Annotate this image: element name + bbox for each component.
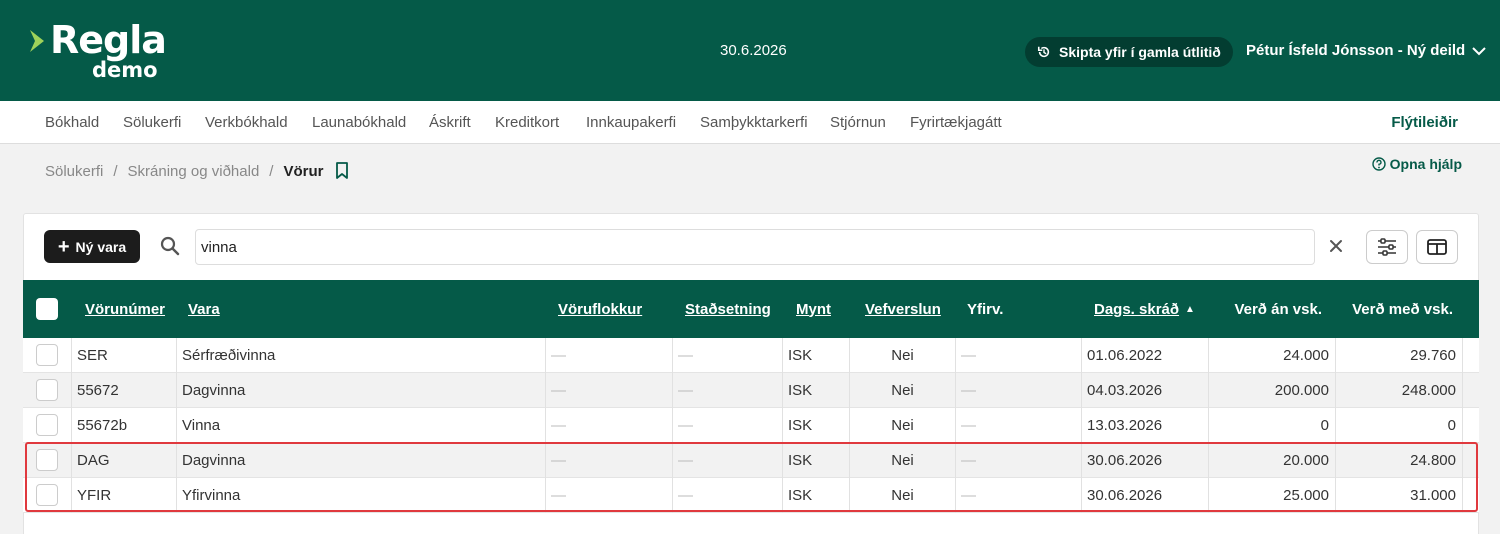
main-nav: Bókhald Sölukerfi Verkbókhald Launabókha… <box>0 101 1500 144</box>
cell-mynt: ISK <box>782 408 849 443</box>
breadcrumb-skraning[interactable]: Skráning og viðhald <box>128 163 260 180</box>
logo-subtext: demo <box>92 58 158 82</box>
col-header-dags-skrad[interactable]: Dags. skráð ▲ <box>1094 280 1195 338</box>
cell-dags: 04.03.2026 <box>1081 373 1208 408</box>
cell-yfirv: — <box>955 338 1081 373</box>
nav-item-innkaupakerfi[interactable]: Innkaupakerfi <box>586 114 676 131</box>
switch-old-layout-button[interactable]: Skipta yfir í gamla útlitið <box>1025 37 1233 67</box>
table-row[interactable]: 55672b Vinna — — ISK Nei — 13.03.2026 0 … <box>23 408 1479 443</box>
nav-item-kreditkort[interactable]: Kreditkort <box>495 114 559 131</box>
nav-item-samthykktarkerfi[interactable]: Samþykktarkerfi <box>700 114 808 131</box>
cell-voruflokkur: — <box>545 338 672 373</box>
nav-item-bokhald[interactable]: Bókhald <box>45 114 99 131</box>
table-row[interactable]: 55672 Dagvinna — — ISK Nei — 04.03.2026 … <box>23 373 1479 408</box>
cell-stadsetning: — <box>672 338 782 373</box>
row-checkbox[interactable] <box>36 379 58 401</box>
select-all-checkbox[interactable] <box>36 298 58 320</box>
cell-vefverslun: Nei <box>849 373 955 408</box>
nav-item-launabokhald[interactable]: Launabókhald <box>312 114 406 131</box>
row-checkbox[interactable] <box>36 344 58 366</box>
cell-verd-an-vsk: 24.000 <box>1208 338 1335 373</box>
cell-vara: Sérfræðivinna <box>176 338 545 373</box>
breadcrumb-separator: / <box>113 162 118 180</box>
history-icon <box>1037 46 1050 58</box>
cell-verd-med-vsk: 248.000 <box>1335 373 1462 408</box>
user-menu[interactable]: Pétur Ísfeld Jónsson - Ný deild <box>1246 42 1487 59</box>
cell-mynt: ISK <box>782 373 849 408</box>
cell-mynt: ISK <box>782 338 849 373</box>
col-header-yfirv[interactable]: Yfirv. <box>967 280 1003 338</box>
shortcuts-link[interactable]: Flýtileiðir <box>1391 114 1458 131</box>
table-row[interactable]: SER Sérfræðivinna — — ISK Nei — 01.06.20… <box>23 338 1479 373</box>
cell-vara: Dagvinna <box>176 373 545 408</box>
search-input[interactable] <box>195 229 1315 265</box>
logo-mark-icon <box>30 30 44 52</box>
plus-icon: + <box>57 235 70 258</box>
col-header-stadsetning[interactable]: Staðsetning <box>685 280 771 338</box>
cell-voruflokkur: — <box>545 408 672 443</box>
col-header-verd-an-vsk[interactable]: Verð án vsk. <box>1208 280 1322 338</box>
app-header: Regla demo 30.6.2026 Skipta yfir í gamla… <box>0 0 1500 101</box>
cell-vefverslun: Nei <box>849 338 955 373</box>
nav-item-solukerfi[interactable]: Sölukerfi <box>123 114 181 131</box>
close-icon[interactable] <box>1326 236 1346 256</box>
cell-yfirv: — <box>955 373 1081 408</box>
help-link[interactable]: Opna hjálp <box>1371 156 1462 172</box>
user-name: Pétur Ísfeld Jónsson - Ný deild <box>1246 42 1466 59</box>
cell-spacer <box>1462 408 1479 443</box>
cell-voruflokkur: — <box>545 373 672 408</box>
question-circle-icon <box>1371 157 1386 171</box>
cell-spacer <box>1462 338 1479 373</box>
row-checkbox[interactable] <box>36 414 58 436</box>
cell-dags: 01.06.2022 <box>1081 338 1208 373</box>
new-product-button[interactable]: + Ný vara <box>44 230 140 263</box>
col-header-vorunumer[interactable]: Vörunúmer <box>85 280 165 338</box>
table-header: Vörunúmer Vara Vöruflokkur Staðsetning M… <box>23 280 1479 338</box>
cell-verd-an-vsk: 0 <box>1208 408 1335 443</box>
cell-vorunumer: 55672 <box>71 373 176 408</box>
help-label: Opna hjálp <box>1389 156 1462 172</box>
breadcrumb-current: Vörur <box>283 162 324 180</box>
logo-text: Regla <box>50 18 167 62</box>
nav-item-askrift[interactable]: Áskrift <box>429 114 471 131</box>
nav-item-fyrirtaekjagatt[interactable]: Fyrirtækjagátt <box>910 114 1002 131</box>
filter-settings-button[interactable] <box>1366 230 1408 264</box>
cell-vefverslun: Nei <box>849 408 955 443</box>
sliders-icon <box>1378 238 1396 256</box>
logo[interactable]: Regla demo <box>30 18 170 84</box>
cell-vara: Vinna <box>176 408 545 443</box>
current-date: 30.6.2026 <box>720 42 787 59</box>
col-header-vara[interactable]: Vara <box>188 280 220 338</box>
cell-dags: 13.03.2026 <box>1081 408 1208 443</box>
cell-verd-an-vsk: 200.000 <box>1208 373 1335 408</box>
bookmark-icon[interactable] <box>335 162 349 180</box>
breadcrumb: Sölukerfi / Skráning og viðhald / Vörur <box>45 162 349 180</box>
new-product-label: Ný vara <box>75 238 127 255</box>
col-header-verd-med-vsk[interactable]: Verð með vsk. <box>1335 280 1453 338</box>
switch-old-layout-label: Skipta yfir í gamla útlitið <box>1059 44 1221 60</box>
column-layout-button[interactable] <box>1416 230 1458 264</box>
breadcrumb-solukerfi[interactable]: Sölukerfi <box>45 163 103 180</box>
cell-yfirv: — <box>955 408 1081 443</box>
sort-ascending-icon: ▲ <box>1185 303 1195 315</box>
highlight-box <box>25 442 1478 512</box>
col-header-vefverslun[interactable]: Vefverslun <box>865 280 941 338</box>
cell-stadsetning: — <box>672 408 782 443</box>
cell-vorunumer: SER <box>71 338 176 373</box>
cell-vorunumer: 55672b <box>71 408 176 443</box>
col-header-voruflokkur[interactable]: Vöruflokkur <box>558 280 642 338</box>
chevron-down-icon <box>1472 46 1486 55</box>
cell-verd-med-vsk: 29.760 <box>1335 338 1462 373</box>
cell-spacer <box>1462 373 1479 408</box>
nav-item-verkbokhald[interactable]: Verkbókhald <box>205 114 288 131</box>
breadcrumb-separator: / <box>269 162 274 180</box>
cell-verd-med-vsk: 0 <box>1335 408 1462 443</box>
search-icon <box>160 236 180 256</box>
nav-item-stjornun[interactable]: Stjórnun <box>830 114 886 131</box>
cell-stadsetning: — <box>672 373 782 408</box>
columns-icon <box>1427 239 1447 255</box>
col-header-mynt[interactable]: Mynt <box>796 280 831 338</box>
